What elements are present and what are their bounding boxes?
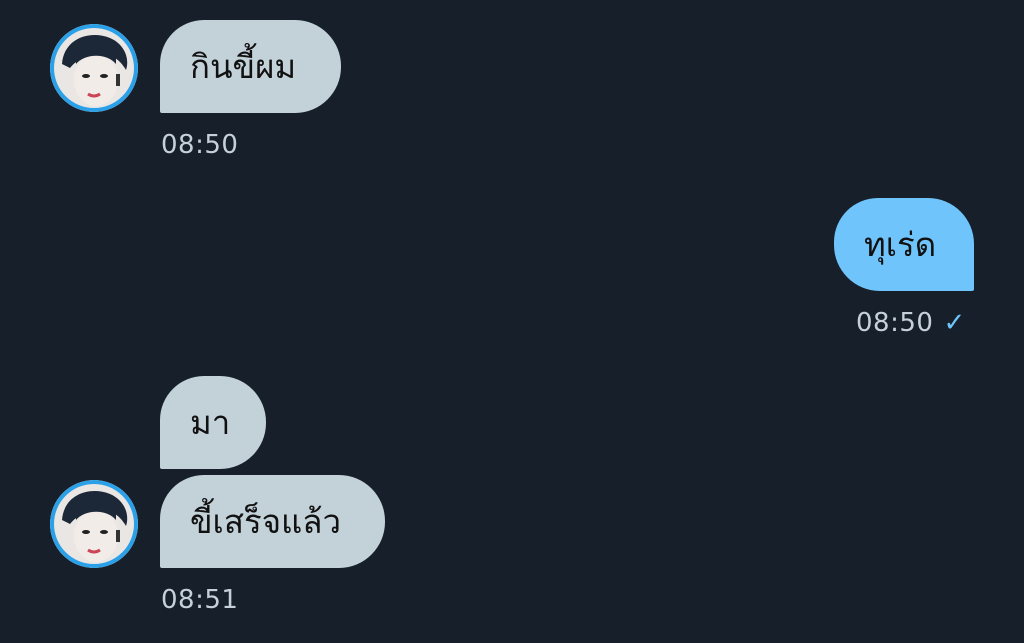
contact-avatar[interactable] [50,480,138,568]
message-bubble-received[interactable]: ขี้เสร็จแล้ว [160,475,385,568]
message-bubble-received[interactable]: มา [160,376,266,469]
check-icon: ✓ [943,308,966,338]
contact-avatar[interactable] [50,24,138,112]
avatar-portrait-icon [50,480,138,568]
message-timestamp: 08:50 [161,130,239,160]
message-text: กินขี้ผม [190,47,297,86]
message-text: ขี้เสร็จแล้ว [190,502,342,541]
chat-thread: กินขี้ผม 08:50 ทุเร่ด 08:50 ✓ มา ขี้เสร็จ… [0,0,1024,643]
message-text: ทุเร่ด [864,225,937,264]
message-text: มา [190,403,231,442]
message-timestamp: 08:50 [856,308,934,338]
message-bubble-received[interactable]: กินขี้ผม [160,20,341,113]
message-timestamp-row: 08:50 ✓ [856,308,966,338]
avatar-portrait-icon [50,24,138,112]
message-bubble-sent[interactable]: ทุเร่ด [834,198,974,291]
message-timestamp: 08:51 [161,585,239,615]
